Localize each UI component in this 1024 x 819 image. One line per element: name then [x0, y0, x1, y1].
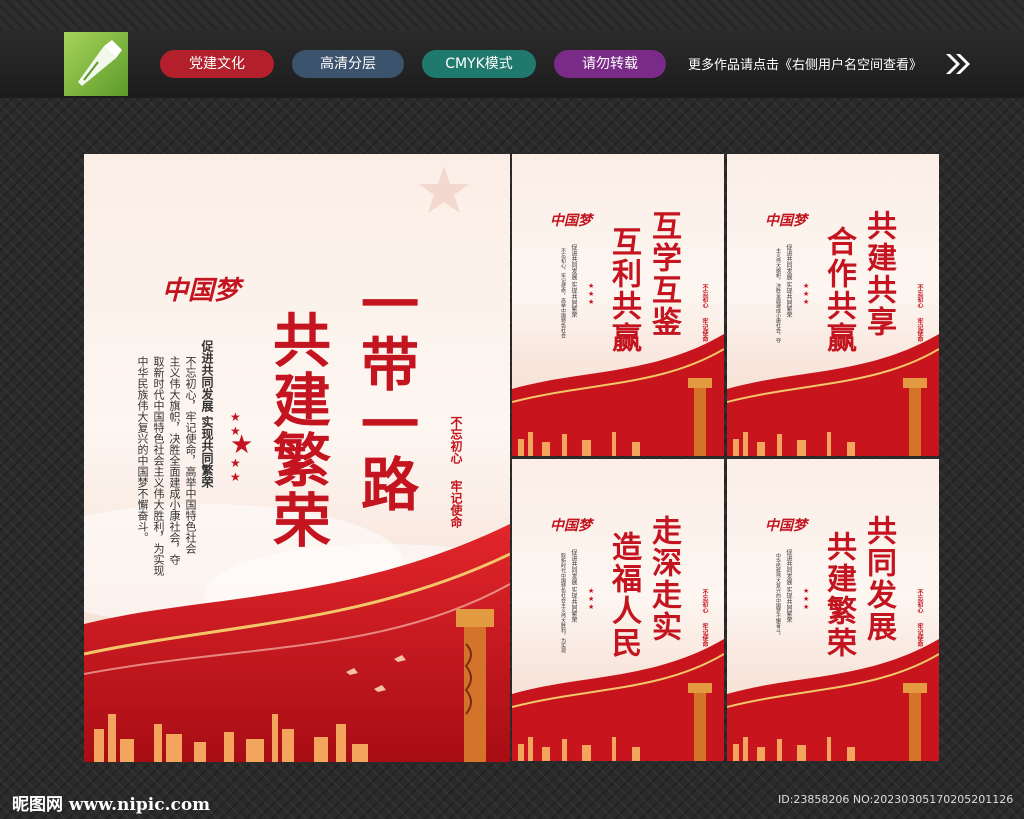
- seal-stamp-1: 不忘初心: [701, 589, 708, 613]
- tag-hd-layers[interactable]: 高清分层: [292, 50, 404, 78]
- star-decoration: ★ ★ ★: [588, 587, 595, 611]
- star-decoration: ★ ★ ★: [588, 282, 595, 306]
- small-poster-3: 中国梦 走深走实 造福人民 ★ ★ ★ 促进共同发展 实现共同繁荣 取新时代中国特色…: [512, 459, 724, 761]
- small-subtitle: 促进共同发展 实现共同繁荣: [785, 244, 792, 318]
- seal-stamp-1: 不忘初心: [916, 589, 923, 613]
- small-subtitle: 促进共同发展 实现共同繁荣: [785, 549, 792, 623]
- main-poster: 中国梦 一带一路 共建繁荣 ★ ★ ★ ★ ★ 促进共同发展 实现共同繁荣 不忘初心，牢…: [84, 154, 510, 762]
- china-dream-logo: 中国梦: [550, 518, 592, 534]
- main-body-line2: 主义伟大旗帜，决胜全面建成小康社会，夺: [168, 356, 181, 565]
- top-texture-strip: [0, 0, 1024, 30]
- site-watermark: 昵图网 www.nipic.com: [12, 795, 211, 815]
- seal-stamp-1: 不忘初心: [701, 284, 708, 308]
- star-decoration: ★ ★ ★ ★ ★: [230, 410, 254, 484]
- seal-stamp-2: 牢记使命: [701, 318, 708, 342]
- small-poster-1: 中国梦 互学互鉴 互利共赢 ★ ★ ★ 促进共同发展 实现共同繁荣 不忘初心，牢记使…: [512, 154, 724, 456]
- china-dream-logo: 中国梦: [550, 213, 592, 229]
- pen-nib-icon: [78, 40, 122, 86]
- china-dream-logo: 中国梦: [765, 213, 807, 229]
- small-title-line2: 合作共赢: [821, 226, 856, 354]
- seal-stamp-1: 不忘初心: [449, 416, 463, 464]
- small-body: 中华民族伟大复兴的中国梦不懈奋斗。: [775, 553, 781, 638]
- double-arrow-right-icon[interactable]: [944, 52, 972, 76]
- main-body-line3: 取新时代中国特色社会主义伟大胜利，为实现: [152, 356, 165, 576]
- image-id-watermark: ID:23858206 NO:20230305170205201126: [778, 793, 1014, 806]
- more-works-link[interactable]: 更多作品请点击《右侧用户名空间查看》: [688, 54, 922, 73]
- small-body: 主义伟大旗帜，决胜全面建成小康社会，夺: [775, 248, 781, 343]
- tag-party-culture[interactable]: 党建文化: [160, 50, 274, 78]
- small-title-line1: 共建共享: [861, 210, 896, 338]
- tag-no-repost[interactable]: 请勿转载: [554, 50, 666, 78]
- star-decoration: ★ ★ ★: [803, 282, 810, 306]
- main-body-line4: 中华民族伟大复兴的中国梦不懈奋斗。: [136, 356, 149, 543]
- site-logo[interactable]: [64, 32, 128, 96]
- small-subtitle: 促进共同发展 实现共同繁荣: [570, 244, 577, 318]
- seal-stamp-2: 牢记使命: [701, 623, 708, 647]
- small-poster-4: 中国梦 共同发展 共建繁荣 ★ ★ ★ 促进共同发展 实现共同繁荣 中华民族伟大复兴…: [727, 459, 939, 761]
- seal-stamp-2: 牢记使命: [449, 480, 463, 528]
- china-dream-logo: 中国梦: [162, 276, 241, 306]
- small-title-line2: 共建繁荣: [821, 531, 856, 659]
- small-title-line2: 造福人民: [606, 531, 641, 659]
- small-title-line1: 互学互鉴: [646, 210, 681, 338]
- small-title-line2: 互利共赢: [606, 226, 641, 354]
- small-title-line1: 共同发展: [861, 515, 896, 643]
- small-body: 不忘初心，牢记使命，高举中国特色社会: [560, 248, 566, 338]
- star-decoration: ★ ★ ★: [803, 587, 810, 611]
- china-dream-logo: 中国梦: [765, 518, 807, 534]
- main-title-line1: 一带一路: [351, 274, 419, 514]
- main-subtitle: 促进共同发展 实现共同繁荣: [200, 340, 214, 489]
- tag-cmyk-mode[interactable]: CMYK模式: [422, 50, 536, 78]
- main-title-line2: 共建繁荣: [263, 310, 331, 550]
- seal-stamp-1: 不忘初心: [916, 284, 923, 308]
- small-title-line1: 走深走实: [646, 515, 681, 643]
- main-body-line1: 不忘初心，牢记使命，高举中国特色社会: [184, 356, 197, 554]
- small-subtitle: 促进共同发展 实现共同繁荣: [570, 549, 577, 623]
- small-poster-2: 中国梦 共建共享 合作共赢 ★ ★ ★ 促进共同发展 实现共同繁荣 主义伟大旗帜，决…: [727, 154, 939, 456]
- seal-stamp-2: 牢记使命: [916, 623, 923, 647]
- small-body: 取新时代中国特色社会主义伟大胜利，为实现: [560, 553, 566, 653]
- seal-stamp-2: 牢记使命: [916, 318, 923, 342]
